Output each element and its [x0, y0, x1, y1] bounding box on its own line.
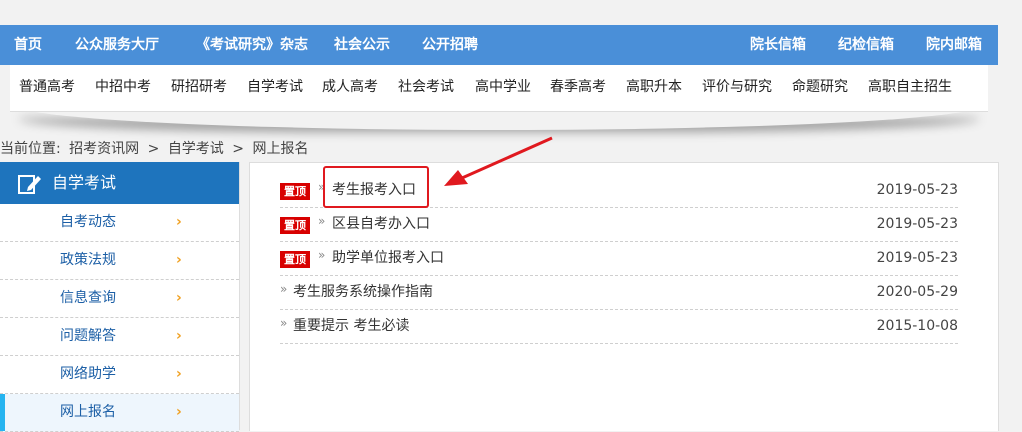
annotation-arrow-icon: [444, 136, 553, 186]
